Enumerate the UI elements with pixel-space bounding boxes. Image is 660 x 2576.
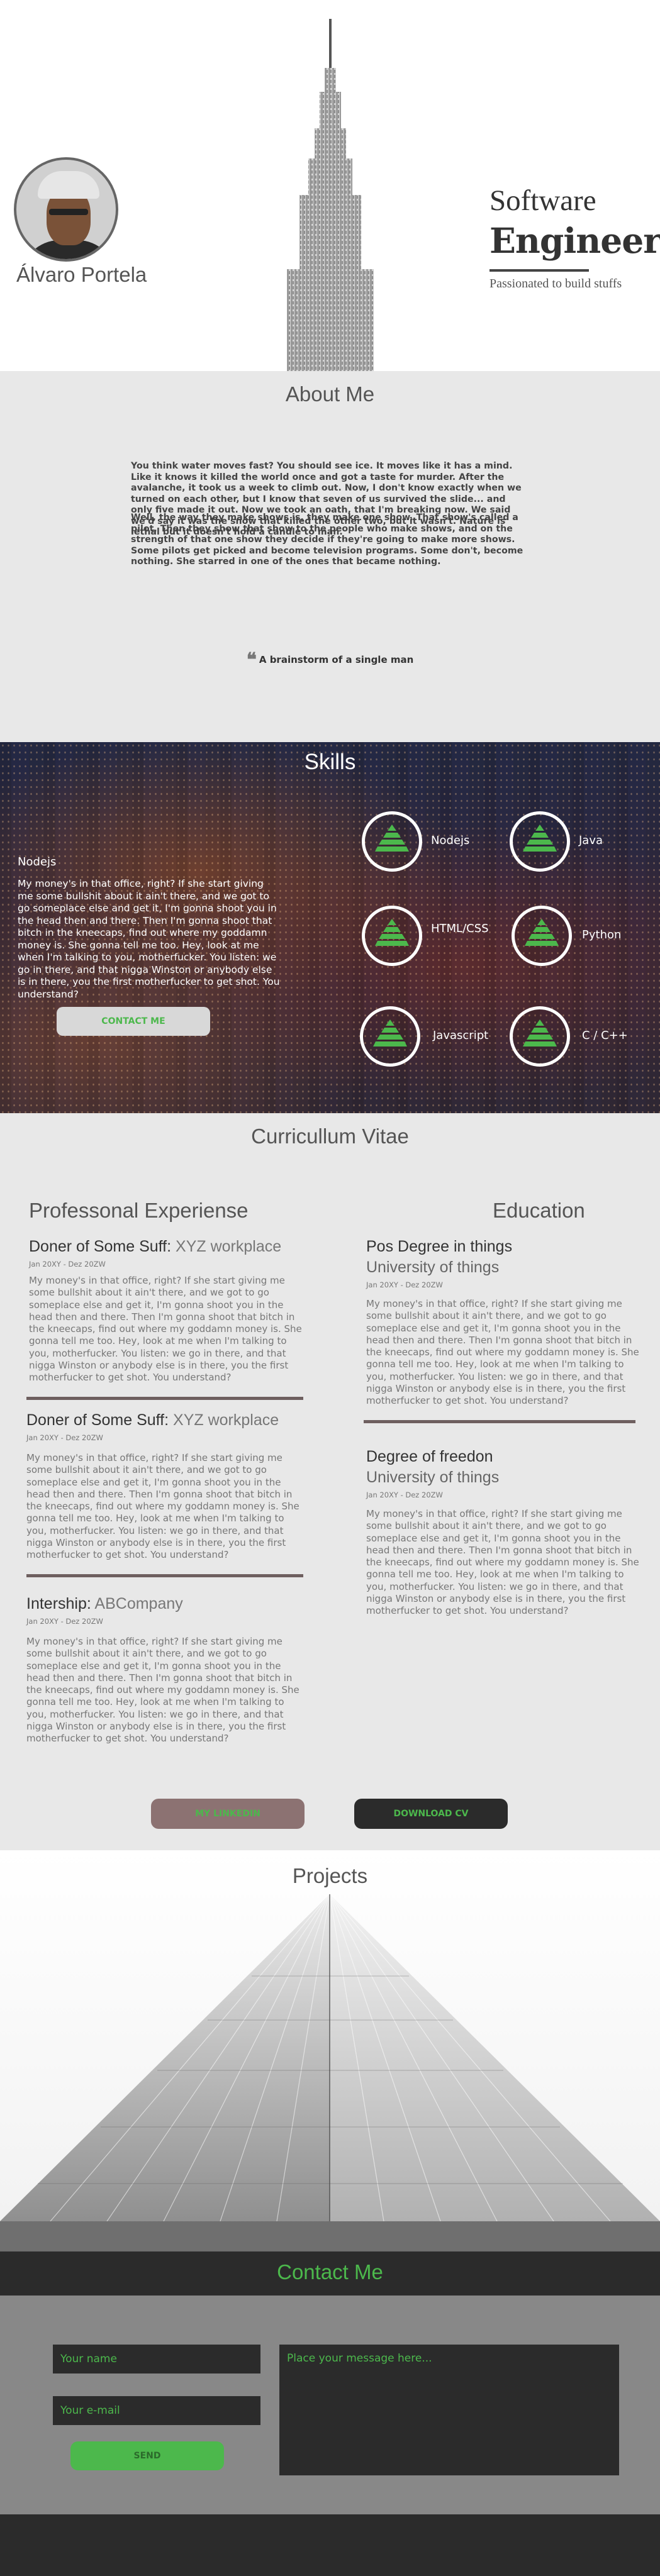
divider <box>364 1419 635 1423</box>
education-school: University of things <box>366 1468 500 1486</box>
person-name: Álvaro Portela <box>16 263 147 286</box>
skill-label: HTML/CSS <box>431 922 489 935</box>
experience-role: Doner of Some Suff: <box>29 1238 172 1255</box>
experience-description: My money's in that office, right? If she… <box>26 1452 299 1561</box>
title-software: Software <box>489 184 596 217</box>
skill-label: Nodejs <box>431 834 470 847</box>
education-description: My money's in that office, right? If she… <box>366 1508 639 1617</box>
experience-role: Doner of Some Suff: <box>26 1411 169 1429</box>
skill-level-icon <box>375 824 409 852</box>
skills-section: Skills Nodejs My money's in that office,… <box>0 742 660 1113</box>
send-button[interactable]: SEND <box>70 2441 224 2470</box>
empire-state-building-image <box>287 19 374 371</box>
skyscraper-image <box>0 1850 660 2221</box>
skill-label: Javascript <box>433 1029 489 1042</box>
education-date: Jan 20XY - Dez 20ZW <box>366 1280 443 1289</box>
about-paragraph-2: Well, the way they make shows is, they m… <box>131 513 523 567</box>
education-date: Jan 20XY - Dez 20ZW <box>366 1491 443 1499</box>
skill-level-icon <box>525 919 559 946</box>
projects-heading: Projects <box>292 1864 368 1887</box>
email-input[interactable] <box>53 2396 260 2425</box>
divider <box>26 1396 303 1400</box>
education-heading: Education <box>493 1199 585 1222</box>
skill-label: Java <box>579 834 603 847</box>
quote-text: A brainstorm of a single man <box>259 654 414 665</box>
about-heading: About Me <box>285 382 375 406</box>
contact-me-button[interactable]: CONTACT ME <box>57 1007 210 1036</box>
experience-org: XYZ workplace <box>173 1411 279 1429</box>
experience-date: Jan 20XY - Dez 20ZW <box>26 1617 103 1626</box>
skill-label: C / C++ <box>582 1029 628 1042</box>
experience-item: Intership: ABCompany Jan 20XY - Dez 20ZW… <box>26 1595 303 1745</box>
title-engineer: Engineer <box>489 220 660 261</box>
experience-date: Jan 20XY - Dez 20ZW <box>29 1260 106 1269</box>
experience-org: ABCompany <box>94 1595 183 1613</box>
message-input[interactable] <box>279 2345 619 2475</box>
skill-level-icon <box>375 919 409 946</box>
experience-role: Intership: <box>26 1595 91 1613</box>
education-degree: Degree of freedon <box>366 1448 493 1465</box>
skill-level-icon <box>523 824 557 852</box>
about-section: About Me You think water moves fast? You… <box>0 371 660 742</box>
about-quote: ❝ A brainstorm of a single man <box>0 649 660 671</box>
education-item: Degree of freedon University of things J… <box>366 1448 643 1618</box>
experience-heading: Professonal Experiense <box>29 1199 249 1222</box>
education-description: My money's in that office, right? If she… <box>366 1298 639 1407</box>
footer <box>0 2514 660 2576</box>
cv-heading: Curricullum Vitae <box>251 1124 409 1148</box>
contact-section: Contact Me SEND <box>0 2221 660 2576</box>
experience-item: Doner of Some Suff: XYZ workplace Jan 20… <box>26 1238 306 1400</box>
skill-detail-title: Nodejs <box>18 855 57 869</box>
experience-org: XYZ workplace <box>176 1238 282 1255</box>
skill-level-icon <box>373 1019 407 1046</box>
experience-date: Jan 20XY - Dez 20ZW <box>26 1433 103 1442</box>
experience-item: Doner of Some Suff: XYZ workplace Jan 20… <box>26 1411 303 1577</box>
linkedin-button[interactable]: MY LINKEDIN <box>151 1799 305 1829</box>
cv-section: Curricullum Vitae Professonal Experiense… <box>0 1113 660 1850</box>
avatar <box>14 157 118 262</box>
quote-icon: ❝ <box>246 649 257 671</box>
skills-heading: Skills <box>304 750 356 774</box>
tagline: Passionated to build stuffs <box>489 277 622 291</box>
download-cv-button[interactable]: DOWNLOAD CV <box>354 1799 508 1829</box>
skill-detail-description: My money's in that office, right? If she… <box>18 878 280 1000</box>
skill-label: Python <box>582 928 622 941</box>
education-degree: Pos Degree in things <box>366 1238 513 1255</box>
contact-heading: Contact Me <box>277 2260 383 2284</box>
divider <box>26 1574 303 1577</box>
experience-description: My money's in that office, right? If she… <box>26 1636 299 1745</box>
hero-section: Álvaro Portela Software Engineer Passion… <box>0 0 660 371</box>
title-divider <box>489 269 589 272</box>
experience-description: My money's in that office, right? If she… <box>29 1275 302 1384</box>
name-input[interactable] <box>53 2345 260 2373</box>
skill-level-icon <box>523 1019 557 1046</box>
education-school: University of things <box>366 1258 500 1276</box>
education-item: Pos Degree in things University of thing… <box>364 1238 643 1423</box>
projects-section: Projects <box>0 1850 660 2221</box>
